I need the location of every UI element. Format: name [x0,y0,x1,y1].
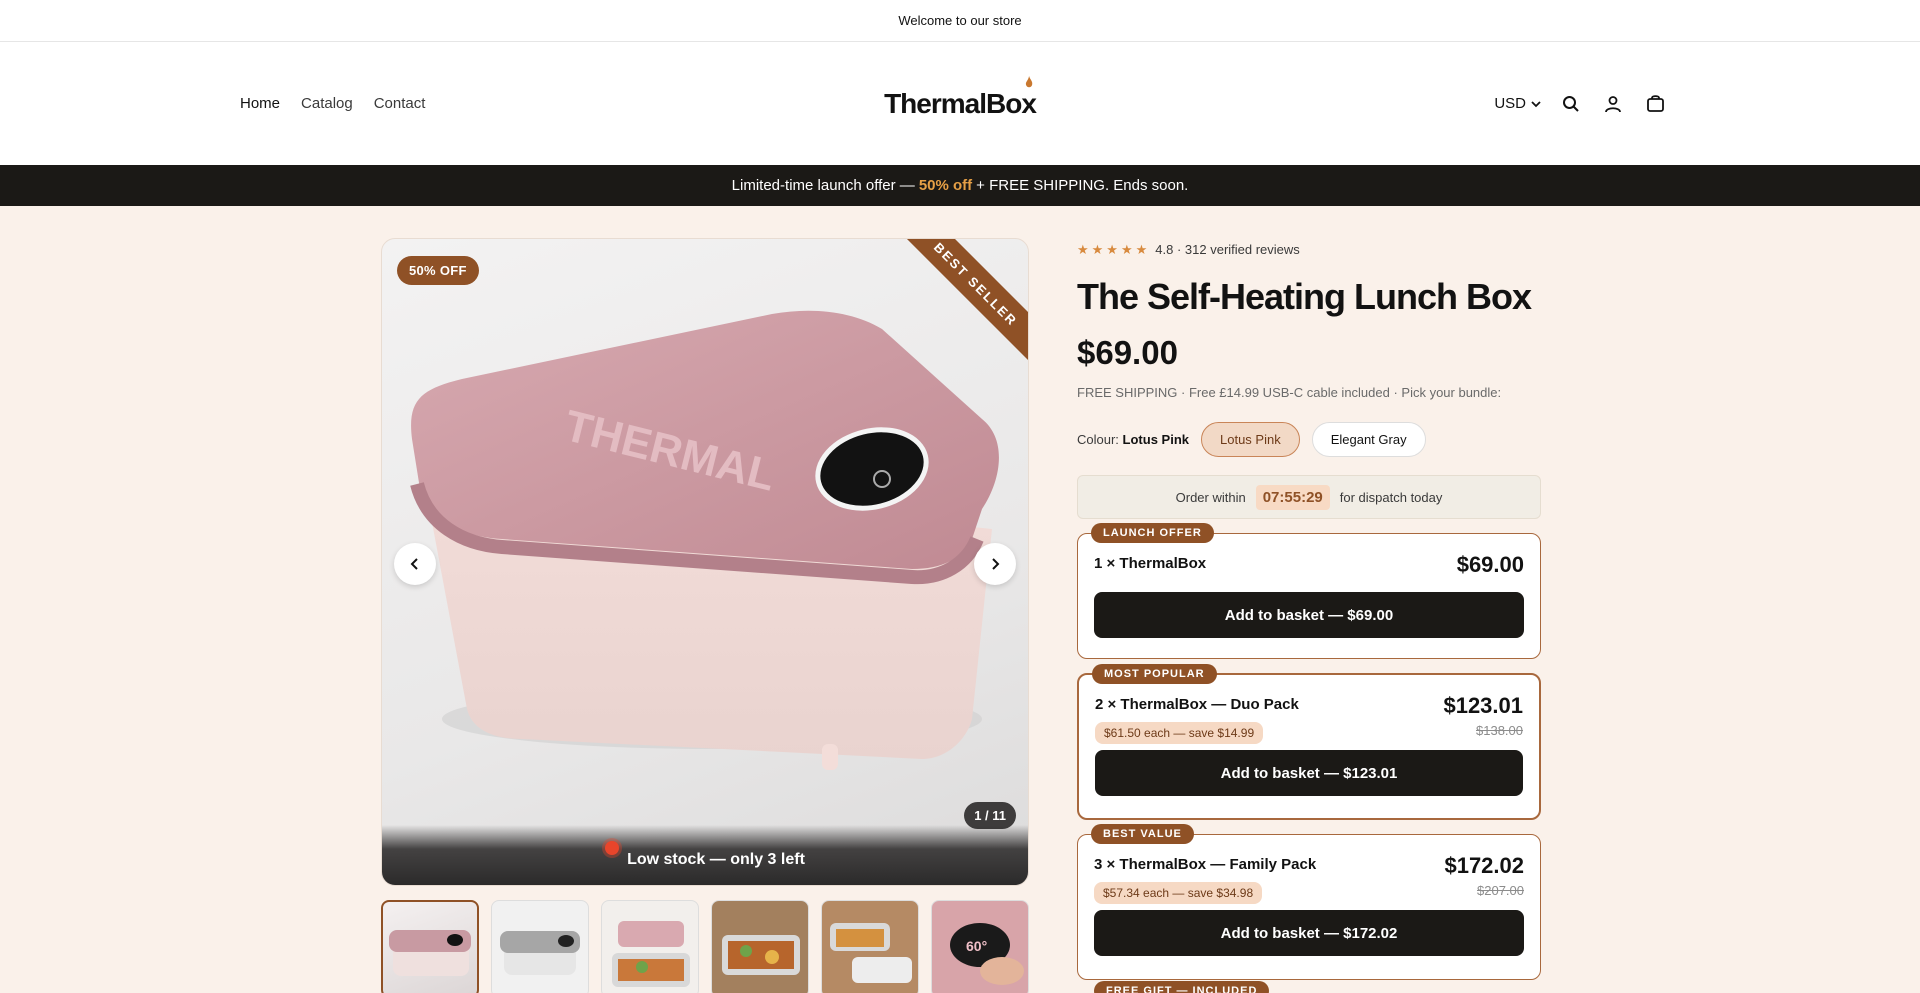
store-logo[interactable]: Thermal Box [884,75,1037,120]
thumbnail-6[interactable]: 60° [931,900,1029,993]
discount-badge: 50% OFF [397,256,479,285]
bundle-price-was: $138.00 [1476,723,1523,738]
nav-catalog[interactable]: Catalog [301,95,353,112]
rating-stars-icon: ★★★★★ [1077,241,1151,257]
gallery-next-button[interactable] [974,543,1016,585]
promo-bar: Limited-time launch offer — 50% off + FR… [0,165,1920,206]
low-stock-bar: Low stock — only 3 left [382,825,1028,885]
bundle-tag: MOST POPULAR [1092,664,1217,684]
bundle-option-family[interactable]: BEST VALUE 3 × ThermalBox — Family Pack … [1077,824,1541,980]
bundle-price-now: $69.00 [1456,552,1524,577]
add-to-basket-button[interactable]: Add to basket — $123.01 [1095,750,1523,796]
thumbnail-2[interactable] [491,900,589,993]
gallery-prev-button[interactable] [394,543,436,585]
flame-icon [1025,75,1033,87]
nav-home[interactable]: Home [240,95,280,112]
bundle-option-duo[interactable]: MOST POPULAR 2 × ThermalBox — Duo Pack $… [1077,664,1541,820]
thumbnail-strip: 60° [381,900,1029,993]
thumbnail-4[interactable] [711,900,809,993]
site-header: Home Catalog Contact Thermal Box USD [0,42,1920,165]
announcement-text: Welcome to our store [898,13,1022,28]
bundle-price-now: $172.02 [1444,853,1524,878]
chevron-right-icon [992,558,1000,570]
bundle-name: 1 × ThermalBox [1094,555,1207,572]
free-gift-tag: FREE GIFT — INCLUDED [1094,981,1270,993]
nav-contact[interactable]: Contact [374,95,426,112]
colour-value: Lotus Pink [1122,432,1189,447]
product-title: The Self-Heating Lunch Box [1077,276,1532,317]
rating-text: 4.8 · 312 verified reviews [1155,242,1300,257]
chevron-down-icon [1531,100,1541,107]
search-icon[interactable] [1559,92,1583,116]
stock-dot-icon [605,841,620,855]
colour-label: Colour: Lotus Pink [1077,432,1189,447]
header-utilities: USD [1494,42,1667,165]
shipping-info: FREE SHIPPING · Free £14.99 USB-C cable … [1077,385,1502,400]
colour-selector: Colour: Lotus Pink Lotus Pink Elegant Gr… [1077,422,1541,457]
account-icon[interactable] [1601,92,1625,116]
add-to-basket-button[interactable]: Add to basket — $172.02 [1094,910,1524,956]
dispatch-timer: 07:55:29 [1255,484,1330,510]
product-details: ★★★★★ 4.8 · 312 verified reviews The Sel… [1077,238,1541,980]
currency-label: USD [1494,95,1526,112]
bundle-option-single[interactable]: LAUNCH OFFER 1 × ThermalBox $69.00 Add t… [1077,523,1541,659]
chevron-left-icon [410,558,418,570]
add-to-basket-button[interactable]: Add to basket — $69.00 [1094,592,1524,638]
thumbnail-1[interactable] [381,900,479,993]
dispatch-text-post: for dispatch today [1339,489,1443,505]
bundle-savings: $61.50 each — save $14.99 [1095,722,1264,744]
bundle-tag: BEST VALUE [1091,824,1194,844]
logo-text-box: Box [986,75,1037,120]
promo-text-pre: Limited-time launch offer — [731,177,915,194]
cart-icon[interactable] [1643,92,1667,116]
bundle-price: $172.02 $207.00 [1444,853,1524,898]
main-nav: Home Catalog Contact [240,42,425,165]
bundle-tag: LAUNCH OFFER [1091,523,1214,543]
thumbnail-3[interactable] [601,900,699,993]
colour-option-elegant-gray[interactable]: Elegant Gray [1311,422,1426,457]
rating-row[interactable]: ★★★★★ 4.8 · 312 verified reviews [1077,238,1541,261]
promo-text-post: + FREE SHIPPING. Ends soon. [976,177,1189,194]
bundle-price-now: $123.01 [1443,693,1523,718]
product-price: $69.00 [1077,334,1178,371]
dispatch-countdown: Order within 07:55:29 for dispatch today [1077,475,1541,519]
bundle-name: 3 × ThermalBox — Family Pack [1094,856,1317,873]
logo-text-thermal: Thermal [884,87,987,119]
product-image: THERMAL [410,310,999,770]
bundle-price: $123.01 $138.00 [1443,693,1523,738]
bundle-savings: $57.34 each — save $34.98 [1094,882,1263,904]
thumbnail-5[interactable] [821,900,919,993]
bundle-price-was: $207.00 [1477,883,1524,898]
product-gallery: THERMAL 50% OFF BEST SELLER 1 / 11 Low s… [381,238,1029,886]
colour-option-lotus-pink[interactable]: Lotus Pink [1201,422,1300,457]
bundle-price: $69.00 [1457,552,1524,578]
stock-text: Low stock — only 3 left [627,851,805,868]
svg-text:60°: 60° [966,938,987,954]
announcement-bar: Welcome to our store [0,0,1920,42]
currency-selector[interactable]: USD [1494,95,1541,112]
bundle-name: 2 × ThermalBox — Duo Pack [1095,696,1299,713]
promo-discount: 50% off [918,177,973,194]
dispatch-text-pre: Order within [1175,489,1246,505]
